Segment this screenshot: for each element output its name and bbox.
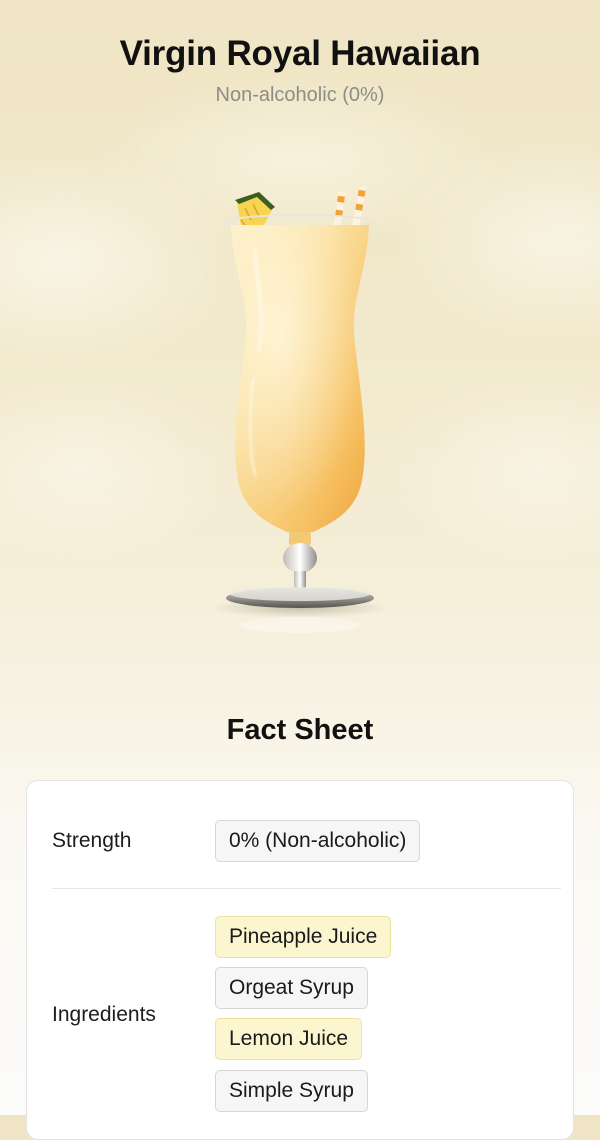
- drink-header: Virgin Royal Hawaiian Non-alcoholic (0%): [0, 34, 600, 107]
- fact-sheet-card: Strength 0% (Non-alcoholic) Ingredients …: [26, 780, 574, 1140]
- drink-subtitle: Non-alcoholic (0%): [215, 84, 385, 106]
- strength-value-chip: 0% (Non-alcoholic): [215, 820, 421, 862]
- strength-label: Strength: [52, 829, 132, 852]
- hurricane-glass-illustration: [210, 185, 390, 633]
- ingredients-label: Ingredients: [52, 1003, 156, 1026]
- stem-bulb: [283, 543, 317, 573]
- drink-title: Virgin Royal Hawaiian: [119, 34, 481, 73]
- fact-sheet-heading: Fact Sheet: [226, 714, 374, 746]
- row-divider: [52, 888, 561, 889]
- ingredient-chip-lemon-juice[interactable]: Lemon Juice: [215, 1018, 363, 1060]
- ingredient-chip-orgeat-syrup[interactable]: Orgeat Syrup: [215, 967, 368, 1009]
- ingredient-chip-simple-syrup[interactable]: Simple Syrup: [215, 1070, 368, 1112]
- ingredient-chip-pineapple-juice[interactable]: Pineapple Juice: [215, 916, 392, 958]
